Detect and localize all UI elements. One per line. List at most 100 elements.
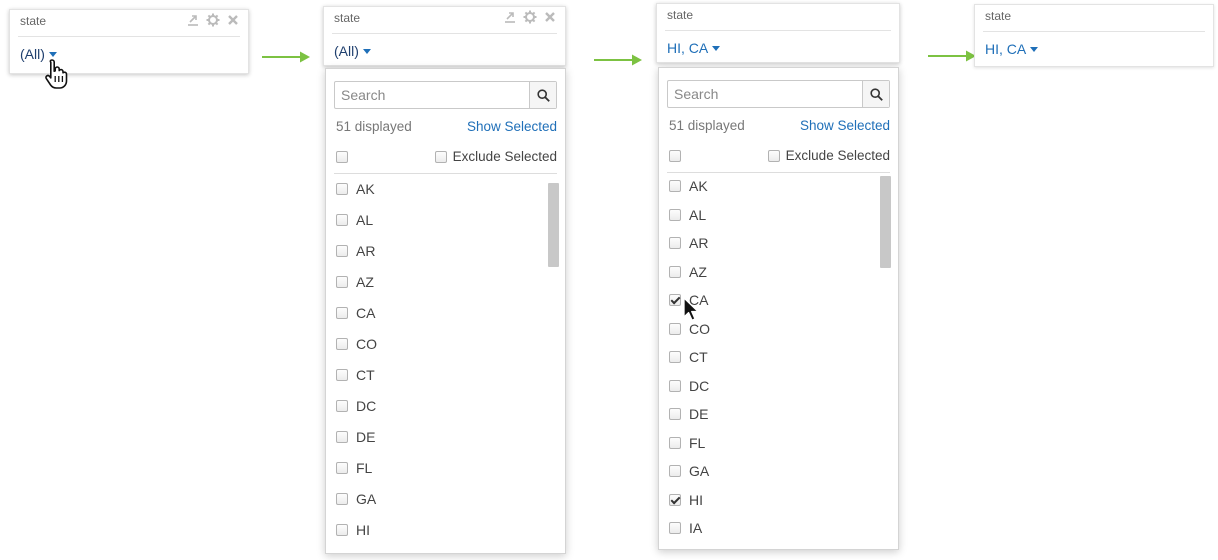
state-checkbox[interactable] [336, 524, 348, 536]
list-item[interactable]: FL [336, 460, 372, 476]
list-item[interactable]: AR [669, 235, 708, 251]
state-filter-collapsed: state HI, CA [974, 4, 1214, 67]
list-scrollbar[interactable] [880, 176, 891, 268]
state-checkbox[interactable] [669, 180, 681, 192]
state-checkbox[interactable] [336, 493, 348, 505]
state-checkbox[interactable] [669, 522, 681, 534]
list-item[interactable]: CA [336, 305, 375, 321]
filter-value-text: HI, CA [985, 41, 1027, 57]
search-icon [869, 87, 883, 101]
exclude-selected-toggle[interactable]: Exclude Selected [434, 149, 557, 164]
state-checkbox[interactable] [336, 276, 348, 288]
state-checkbox[interactable] [336, 183, 348, 195]
list-scrollbar[interactable] [548, 183, 559, 267]
filter-value-dropdown[interactable]: (All) [334, 43, 371, 59]
displayed-count: 51 displayed [669, 118, 745, 133]
list-item[interactable]: AL [669, 207, 706, 223]
state-checkbox[interactable] [669, 493, 681, 506]
list-item[interactable]: CT [669, 349, 708, 365]
state-checkbox[interactable] [336, 307, 348, 319]
list-item[interactable]: AZ [669, 264, 707, 280]
list-item[interactable]: IA [669, 520, 702, 536]
search-input[interactable] [335, 82, 529, 108]
state-label: AR [356, 243, 376, 259]
state-checkbox[interactable] [669, 379, 681, 392]
state-checkbox[interactable] [669, 322, 681, 335]
show-selected-link[interactable]: Show Selected [800, 118, 890, 133]
state-checkbox[interactable] [669, 294, 681, 306]
state-label: DC [356, 398, 377, 414]
filter-title: state [20, 14, 47, 28]
title-divider [332, 33, 557, 34]
state-checkbox[interactable] [336, 214, 348, 226]
state-label: GA [689, 463, 710, 479]
filter-toolbar [503, 10, 557, 24]
search-box [334, 81, 557, 109]
filter-value-dropdown[interactable]: HI, CA [667, 40, 721, 56]
state-checkbox[interactable] [336, 369, 348, 381]
state-checkbox[interactable] [669, 208, 681, 221]
state-checkbox[interactable] [336, 462, 348, 474]
gear-icon[interactable] [523, 10, 537, 24]
filter-title: state [985, 9, 1012, 23]
filter-value-text: (All) [20, 46, 45, 62]
list-item[interactable]: CO [336, 336, 377, 352]
state-checkbox[interactable] [669, 408, 681, 420]
state-checkbox[interactable] [669, 465, 681, 477]
filter-dropdown-menu: 51 displayed Show Selected Exclude Selec… [325, 68, 566, 554]
list-item[interactable]: AK [336, 181, 375, 197]
state-label: AL [356, 212, 374, 228]
filter-value-dropdown[interactable]: HI, CA [985, 41, 1039, 57]
export-icon[interactable] [503, 10, 517, 24]
list-item[interactable]: DE [669, 406, 708, 422]
list-item[interactable]: DE [336, 429, 375, 445]
state-checkbox[interactable] [669, 351, 681, 363]
gear-icon[interactable] [206, 13, 220, 27]
list-item[interactable]: FL [669, 435, 705, 451]
state-label: AL [689, 206, 707, 223]
state-checkbox[interactable] [669, 436, 681, 449]
list-item[interactable]: CT [336, 367, 375, 383]
select-all-checkbox[interactable] [669, 149, 681, 162]
caret-down-icon [1030, 47, 1039, 52]
list-item[interactable]: AK [669, 178, 708, 194]
state-label: AZ [356, 274, 374, 290]
close-icon[interactable] [226, 13, 240, 27]
show-selected-link[interactable]: Show Selected [467, 119, 557, 134]
select-all-checkbox[interactable] [336, 150, 348, 163]
search-button[interactable] [862, 81, 889, 107]
arrow-cursor-icon [683, 297, 699, 321]
search-icon [536, 88, 550, 102]
search-button[interactable] [529, 82, 556, 108]
state-checkbox[interactable] [669, 265, 681, 278]
export-icon[interactable] [186, 13, 200, 27]
list-item[interactable]: AZ [336, 274, 374, 290]
list-item[interactable]: DC [669, 378, 709, 394]
list-item[interactable]: GA [336, 491, 376, 507]
list-item[interactable]: HI [669, 492, 703, 508]
caret-down-icon [48, 52, 57, 57]
state-label: HI [689, 491, 703, 508]
state-label: CO [356, 336, 377, 352]
state-filter-open: state (All) [323, 6, 566, 66]
exclude-selected-checkbox[interactable] [434, 150, 447, 163]
state-checkbox[interactable] [336, 245, 348, 257]
filter-title: state [334, 11, 361, 25]
state-checkbox[interactable] [336, 400, 348, 412]
list-item[interactable]: DC [336, 398, 376, 414]
list-item[interactable]: AR [336, 243, 375, 259]
search-input[interactable] [668, 81, 862, 107]
exclude-selected-toggle[interactable]: Exclude Selected [767, 148, 890, 163]
list-item[interactable]: HI [336, 522, 370, 538]
state-checkbox[interactable] [336, 431, 348, 443]
close-icon[interactable] [543, 10, 557, 24]
list-item[interactable]: GA [669, 463, 709, 479]
list-divider [334, 173, 557, 174]
list-item[interactable]: AL [336, 212, 373, 228]
exclude-selected-label: Exclude Selected [785, 148, 890, 163]
select-all-row: Exclude Selected [336, 149, 557, 164]
exclude-selected-checkbox[interactable] [767, 149, 780, 162]
state-checkbox[interactable] [336, 338, 348, 350]
state-checkbox[interactable] [669, 237, 681, 249]
hand-cursor-icon [45, 59, 68, 89]
